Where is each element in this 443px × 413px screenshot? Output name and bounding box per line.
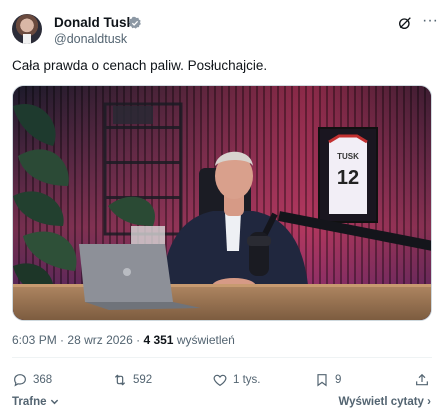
repost-button[interactable]: 592 <box>112 370 152 390</box>
sort-label: Trafne <box>12 396 47 408</box>
tweet-text: Cała prawda o cenach paliw. Posłuchajcie… <box>12 58 268 73</box>
author-name[interactable]: Donald Tusk <box>54 15 134 31</box>
action-bar: 368 592 1 tys. 9 <box>12 370 432 390</box>
meta-separator: · <box>60 333 65 347</box>
avatar[interactable] <box>12 14 42 44</box>
video-thumbnail[interactable]: TUSK 12 <box>12 85 432 321</box>
tweet-date[interactable]: 28 wrz 2026 <box>67 333 132 347</box>
bookmark-button[interactable]: 9 <box>314 370 341 390</box>
grok-icon[interactable] <box>397 15 413 31</box>
tweet-header: Donald Tusk @donaldtusk ··· <box>12 12 438 48</box>
bookmark-icon <box>317 374 327 387</box>
author-handle[interactable]: @donaldtusk <box>54 32 127 47</box>
divider <box>12 357 432 358</box>
verified-badge-icon <box>128 16 141 29</box>
tweet-meta: 6:03 PM · 28 wrz 2026 · 4 351 wyświetleń <box>12 333 235 348</box>
jersey-name: TUSK <box>337 152 359 161</box>
bookmark-count: 9 <box>335 374 342 386</box>
like-button[interactable]: 1 tys. <box>212 370 260 390</box>
share-icon <box>416 373 428 386</box>
more-options-icon[interactable]: ··· <box>422 12 438 30</box>
views-label: wyświetleń <box>176 333 235 347</box>
view-quotes-link[interactable]: Wyświetl cytaty › <box>339 396 431 408</box>
video-scene: TUSK 12 <box>13 86 431 320</box>
sort-dropdown[interactable]: Trafne <box>12 396 59 408</box>
repost-icon <box>114 374 126 386</box>
reply-icon <box>14 374 26 387</box>
jersey-number: 12 <box>337 167 359 189</box>
like-count: 1 tys. <box>233 374 261 386</box>
jersey-frame: TUSK 12 <box>318 127 378 223</box>
reply-count: 368 <box>33 374 53 386</box>
chevron-down-icon <box>50 399 58 405</box>
chevron-right-icon: › <box>427 396 431 408</box>
meta-separator: · <box>136 333 141 347</box>
heart-icon <box>213 374 227 387</box>
views-count: 4 351 <box>143 333 174 347</box>
view-quotes-label: Wyświetl cytaty <box>338 396 424 408</box>
share-button[interactable] <box>414 370 435 390</box>
repost-count: 592 <box>133 374 153 386</box>
reply-button[interactable]: 368 <box>12 370 52 390</box>
tweet-time[interactable]: 6:03 PM <box>12 333 57 347</box>
